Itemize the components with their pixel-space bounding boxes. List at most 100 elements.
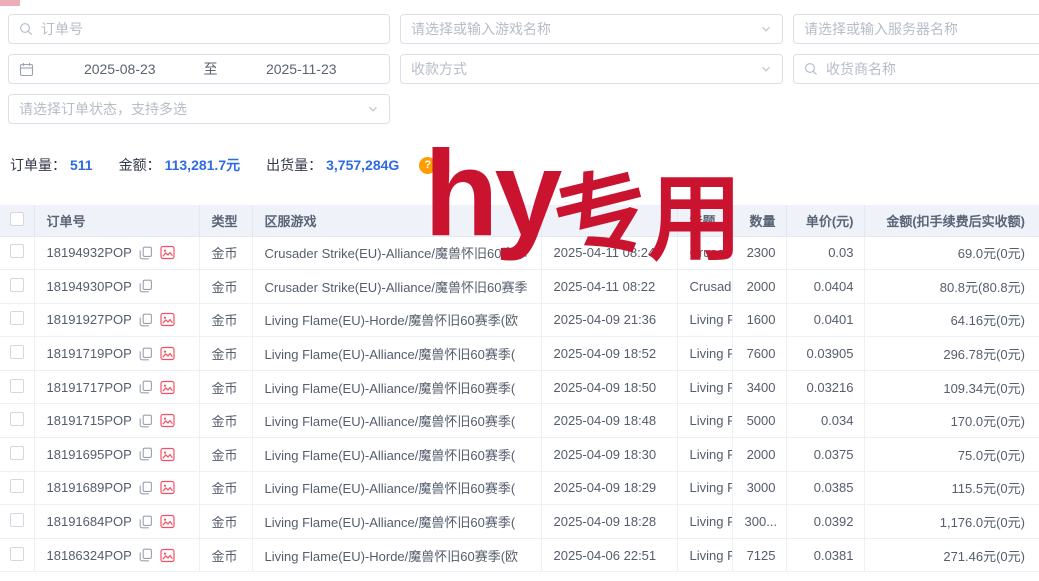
receiver-search-input[interactable] [826, 61, 1039, 77]
copy-icon[interactable] [139, 279, 153, 293]
order-title: Living Fl [677, 438, 732, 472]
date-range-picker[interactable]: 2025-08-23 至 2025-11-23 [8, 54, 390, 84]
order-number-search[interactable] [8, 14, 390, 44]
order-price: 0.03 [786, 236, 864, 270]
payment-method-select[interactable]: 收款方式 [400, 54, 783, 84]
row-checkbox[interactable] [10, 278, 24, 292]
table-row: 18191689POP 金币 Living Flame(EU)-Alliance… [0, 471, 1039, 505]
order-type: 金币 [199, 303, 252, 337]
order-amount: 80.8元(80.8元) [864, 270, 1039, 304]
order-amount: 64.16元(0元) [864, 303, 1039, 337]
server-select-placeholder: 请选择或输入服务器名称 [804, 19, 958, 39]
order-time: 2025-04-09 18:48 [541, 404, 677, 438]
order-time: 2025-04-06 22:51 [541, 538, 677, 572]
row-checkbox[interactable] [10, 479, 24, 493]
order-time: 2025-04-09 18:52 [541, 337, 677, 371]
order-number-input[interactable] [41, 21, 379, 37]
calendar-icon [19, 62, 34, 77]
image-icon[interactable] [160, 346, 175, 361]
col-qty: 数量 [732, 205, 786, 236]
image-icon[interactable] [160, 514, 175, 529]
order-number: 18194932POP [47, 245, 132, 260]
col-type: 类型 [199, 205, 252, 236]
row-checkbox[interactable] [10, 379, 24, 393]
row-checkbox[interactable] [10, 446, 24, 460]
receiver-search[interactable] [793, 54, 1039, 84]
order-number: 18191717POP [47, 380, 132, 395]
copy-icon[interactable] [139, 447, 153, 461]
copy-icon[interactable] [139, 515, 153, 529]
row-checkbox[interactable] [10, 244, 24, 258]
order-number: 18186324POP [47, 548, 132, 563]
order-amount: 115.5元(0元) [864, 471, 1039, 505]
shipment-value: 3,757,284G [326, 157, 399, 173]
order-qty: 7125 [732, 538, 786, 572]
search-icon [804, 62, 818, 76]
order-time: 2025-04-11 08:24 [541, 236, 677, 270]
help-icon[interactable]: ? [419, 157, 436, 174]
order-number: 18191684POP [47, 514, 132, 529]
order-title: Crusade [677, 236, 732, 270]
order-amount: 109.34元(0元) [864, 370, 1039, 404]
image-icon[interactable] [160, 548, 175, 563]
order-time: 2025-04-09 18:50 [541, 370, 677, 404]
order-number: 18191715POP [47, 413, 132, 428]
order-game: Living Flame(EU)-Alliance/魔兽怀旧60赛季( [252, 471, 541, 505]
order-title: Living Fl [677, 370, 732, 404]
table-row: 18194930POP 金币 Crusader Strike(EU)-Allia… [0, 270, 1039, 304]
order-amount: 271.46元(0元) [864, 538, 1039, 572]
date-end[interactable]: 2025-11-23 [224, 61, 380, 77]
order-amount: 69.0元(0元) [864, 236, 1039, 270]
copy-icon[interactable] [139, 246, 153, 260]
header-checkbox[interactable] [10, 212, 24, 226]
row-checkbox[interactable] [10, 547, 24, 561]
copy-icon[interactable] [139, 414, 153, 428]
image-icon[interactable] [160, 245, 175, 260]
order-type: 金币 [199, 404, 252, 438]
order-game: Living Flame(EU)-Alliance/魔兽怀旧60赛季( [252, 370, 541, 404]
copy-icon[interactable] [139, 380, 153, 394]
order-time: 2025-04-09 18:30 [541, 438, 677, 472]
order-game: Living Flame(EU)-Alliance/魔兽怀旧60赛季( [252, 438, 541, 472]
image-icon[interactable] [160, 413, 175, 428]
order-game: Living Flame(EU)-Alliance/魔兽怀旧60赛季( [252, 505, 541, 539]
server-select[interactable]: 请选择或输入服务器名称 [793, 14, 1039, 44]
shipment-label: 出货量： [266, 155, 322, 175]
row-checkbox[interactable] [10, 345, 24, 359]
order-price: 0.0392 [786, 505, 864, 539]
order-price: 0.03216 [786, 370, 864, 404]
order-qty: 1600 [732, 303, 786, 337]
col-game: 区服游戏 [252, 205, 541, 236]
order-price: 0.0404 [786, 270, 864, 304]
col-order-no: 订单号 [34, 205, 199, 236]
order-time: 2025-04-09 18:29 [541, 471, 677, 505]
order-amount: 170.0元(0元) [864, 404, 1039, 438]
order-game: Living Flame(EU)-Alliance/魔兽怀旧60赛季( [252, 337, 541, 371]
row-checkbox[interactable] [10, 311, 24, 325]
table-row: 18191927POP 金币 Living Flame(EU)-Horde/魔兽… [0, 303, 1039, 337]
image-icon[interactable] [160, 312, 175, 327]
copy-icon[interactable] [139, 481, 153, 495]
table-header-row: 订单号 类型 区服游戏 标题 数量 单价(元) 金额(扣手续费后实收额) [0, 205, 1039, 236]
copy-icon[interactable] [139, 347, 153, 361]
order-type: 金币 [199, 471, 252, 505]
order-amount: 1,176.0元(0元) [864, 505, 1039, 539]
date-start[interactable]: 2025-08-23 [42, 61, 198, 77]
image-icon[interactable] [160, 480, 175, 495]
order-price: 0.0401 [786, 303, 864, 337]
stat-amount: 金额： 113,281.7元 [119, 155, 241, 175]
image-icon[interactable] [160, 447, 175, 462]
row-checkbox[interactable] [10, 513, 24, 527]
table-row: 18191684POP 金币 Living Flame(EU)-Alliance… [0, 505, 1039, 539]
col-price: 单价(元) [786, 205, 864, 236]
table-row: 18194932POP 金币 Crusader Strike(EU)-Allia… [0, 236, 1039, 270]
table-row: 18186324POP 金币 Living Flame(EU)-Horde/魔兽… [0, 538, 1039, 572]
watermark-fragment [0, 0, 20, 6]
image-icon[interactable] [160, 380, 175, 395]
copy-icon[interactable] [139, 313, 153, 327]
order-status-select[interactable]: 请选择订单状态，支持多选 [8, 94, 390, 124]
game-select[interactable]: 请选择或输入游戏名称 [400, 14, 783, 44]
table-row: 18191719POP 金币 Living Flame(EU)-Alliance… [0, 337, 1039, 371]
row-checkbox[interactable] [10, 412, 24, 426]
copy-icon[interactable] [139, 548, 153, 562]
